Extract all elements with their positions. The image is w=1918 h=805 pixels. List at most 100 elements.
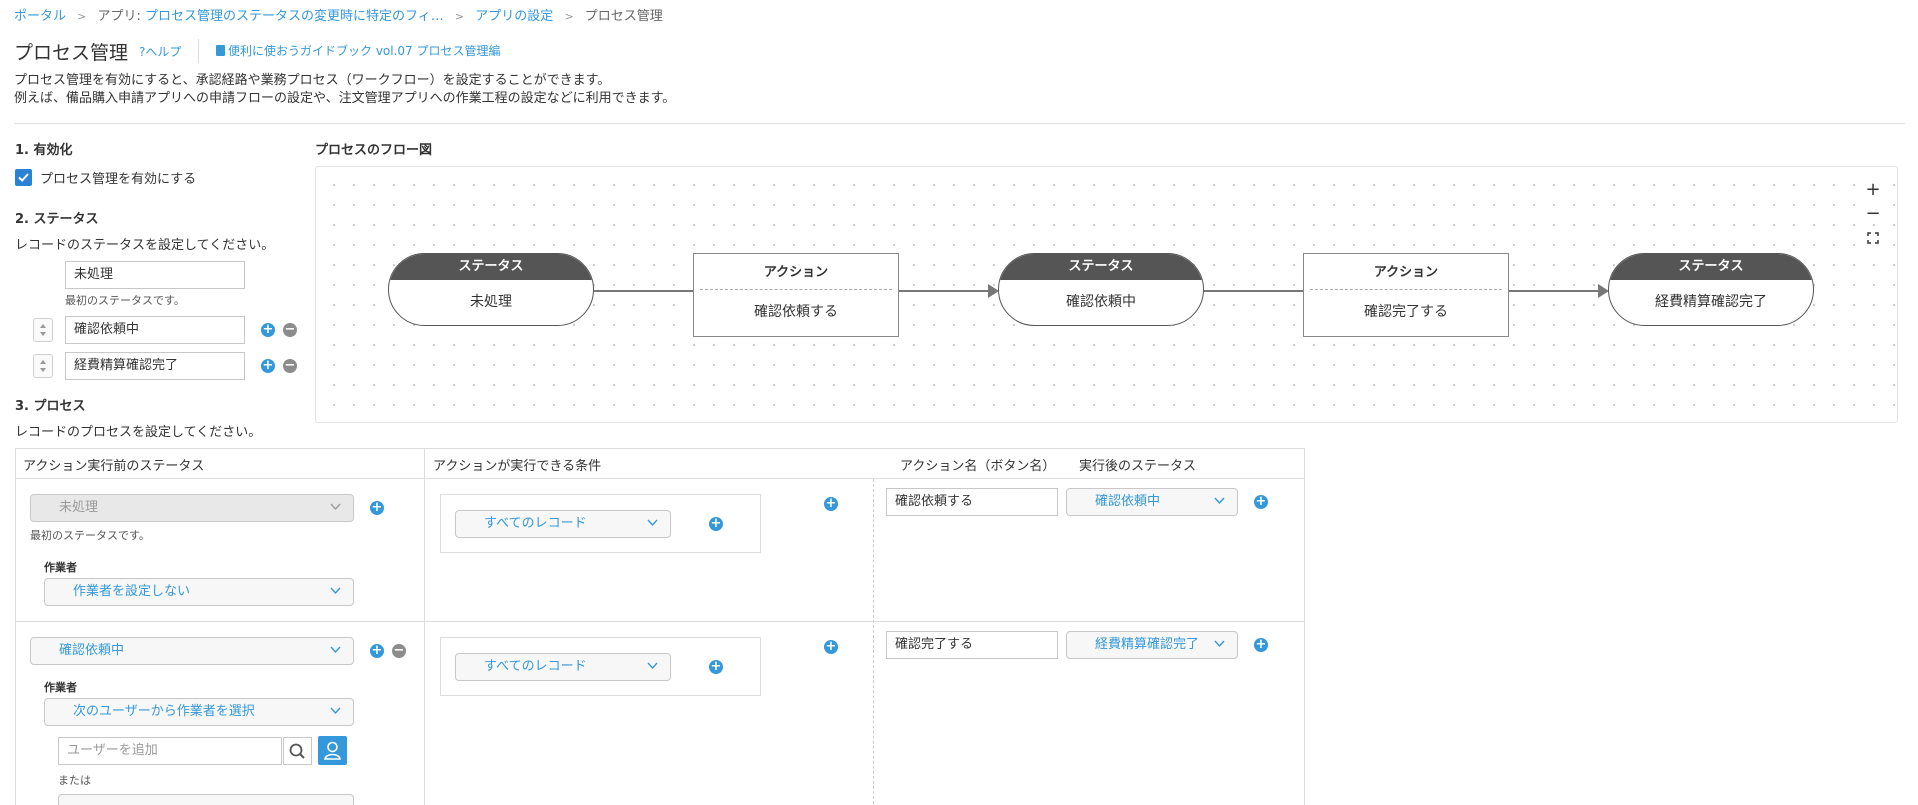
action-name-input[interactable]: 確認完了する: [886, 631, 1058, 659]
flow-status-name: 未処理: [470, 294, 512, 310]
before-status-value: 確認依頼中: [59, 643, 125, 658]
flow-status-header: ステータス: [1609, 254, 1813, 280]
add-process-button[interactable]: +: [370, 501, 384, 515]
breadcrumb-settings-link[interactable]: アプリの設定: [475, 9, 553, 24]
chevron-down-icon: [1214, 640, 1225, 648]
first-status-note: 最初のステータスです。: [30, 529, 150, 542]
fit-screen-icon[interactable]: [1863, 228, 1883, 248]
guide-link-label: 便利に使おうガイドブック vol.07 プロセス管理編: [228, 44, 501, 58]
breadcrumb-current: プロセス管理: [584, 9, 663, 24]
next-status-value: 確認依頼中: [1095, 494, 1161, 509]
book-icon: [216, 45, 225, 56]
chevron-down-icon: [647, 662, 658, 670]
flow-diagram-title: プロセスのフロー図: [315, 143, 433, 158]
flow-connector: [1204, 290, 1304, 292]
breadcrumb-app-link[interactable]: プロセス管理のステータスの変更時に特定のフィ…: [145, 9, 444, 24]
add-action-button[interactable]: +: [824, 497, 838, 511]
status-field[interactable]: 経費精算確認完了: [65, 352, 245, 380]
chevron-down-icon: [330, 587, 341, 595]
flow-action-name: 確認依頼する: [754, 304, 838, 320]
description-line: 例えば、備品購入申請アプリへの申請フローの設定や、注文管理アプリへの作業工程の設…: [14, 91, 676, 106]
flow-connector: [1509, 290, 1599, 292]
assignee-select[interactable]: 次のユーザーから作業者を選択: [44, 698, 354, 726]
status-field[interactable]: 未処理: [65, 261, 245, 289]
condition-box: すべてのレコード +: [440, 494, 761, 553]
search-icon: [289, 743, 305, 759]
process-section-title: 3. プロセス: [15, 399, 86, 414]
assignee-label: 作業者: [44, 681, 77, 694]
first-status-note: 最初のステータスです。: [65, 294, 185, 307]
status-field[interactable]: 確認依頼中: [65, 316, 245, 344]
or-label: または: [58, 774, 91, 787]
divider: [14, 123, 1905, 124]
chevron-down-icon: [1214, 497, 1225, 505]
chevron-down-icon: [647, 519, 658, 527]
breadcrumb-separator: >: [454, 10, 465, 23]
flow-status-name: 確認依頼中: [1066, 294, 1136, 310]
column-header-condition: アクションが実行できる条件: [433, 459, 602, 474]
before-status-select[interactable]: 確認依頼中: [30, 637, 354, 665]
condition-select[interactable]: すべてのレコード: [455, 653, 671, 681]
drag-handle-icon[interactable]: [33, 354, 53, 378]
user-search-input[interactable]: ユーザーを追加: [58, 737, 282, 765]
page-description: プロセス管理を有効にすると、承認経路や業務プロセス（ワークフロー）を設定すること…: [14, 72, 675, 108]
flow-status-node[interactable]: ステータス 経費精算確認完了: [1608, 253, 1814, 326]
add-status-button[interactable]: +: [261, 359, 275, 373]
assignee-label: 作業者: [44, 561, 77, 574]
chevron-down-icon: [330, 503, 341, 511]
zoom-in-button[interactable]: +: [1863, 180, 1883, 200]
flow-action-name: 確認完了する: [1364, 304, 1448, 320]
drag-handle-icon[interactable]: [33, 318, 53, 342]
remove-status-button[interactable]: −: [283, 359, 297, 373]
next-status-select[interactable]: 確認依頼中: [1066, 488, 1238, 516]
guide-link[interactable]: 便利に使おうガイドブック vol.07 プロセス管理編: [216, 42, 501, 59]
add-next-status-button[interactable]: +: [1254, 495, 1268, 509]
flow-action-node[interactable]: アクション 確認依頼する: [693, 253, 899, 337]
add-process-button[interactable]: +: [370, 644, 384, 658]
breadcrumb: ポータル > アプリ: プロセス管理のステータスの変更時に特定のフィ… > アプ…: [14, 5, 663, 24]
flow-status-header: ステータス: [999, 254, 1203, 280]
next-status-value: 経費精算確認完了: [1095, 637, 1200, 652]
add-condition-button[interactable]: +: [709, 517, 723, 531]
flow-diagram-canvas[interactable]: + − ステータス 未処理 アクション 確認依頼する ステータス 確認依頼中 ア…: [315, 166, 1898, 423]
remove-status-button[interactable]: −: [283, 323, 297, 337]
flow-action-header: アクション: [700, 254, 892, 290]
condition-select[interactable]: すべてのレコード: [455, 510, 671, 538]
enable-section-title: 1. 有効化: [15, 143, 73, 158]
process-section-subtitle: レコードのプロセスを設定してください。: [15, 425, 262, 440]
header-divider: [198, 39, 199, 63]
breadcrumb-app-prefix: アプリ:: [97, 9, 146, 24]
flow-action-node[interactable]: アクション 確認完了する: [1303, 253, 1509, 337]
assignee-value: 次のユーザーから作業者を選択: [73, 704, 255, 719]
breadcrumb-separator: >: [77, 10, 87, 23]
before-status-select: 未処理: [30, 494, 354, 522]
condition-value: すべてのレコード: [484, 516, 587, 531]
action-name-input[interactable]: 確認依頼する: [886, 488, 1058, 516]
zoom-out-button[interactable]: −: [1863, 204, 1883, 224]
add-next-status-button[interactable]: +: [1254, 638, 1268, 652]
user-select-button[interactable]: [318, 736, 347, 765]
flow-connector: [899, 290, 989, 292]
help-link[interactable]: ?ヘルプ: [139, 43, 181, 60]
add-action-button[interactable]: +: [824, 640, 838, 654]
page-title: プロセス管理: [14, 42, 129, 64]
flow-action-header: アクション: [1310, 254, 1502, 290]
flow-status-header: ステータス: [389, 254, 593, 280]
flow-status-node[interactable]: ステータス 確認依頼中: [998, 253, 1204, 326]
remove-process-button[interactable]: −: [392, 644, 406, 658]
add-status-button[interactable]: +: [261, 323, 275, 337]
field-select[interactable]: [58, 794, 354, 805]
before-status-value: 未処理: [59, 500, 99, 515]
chevron-down-icon: [330, 707, 341, 715]
assignee-select[interactable]: 作業者を設定しない: [44, 578, 354, 606]
process-table: アクション実行前のステータス アクションが実行できる条件 アクション名（ボタン名…: [15, 448, 1305, 805]
breadcrumb-portal-link[interactable]: ポータル: [14, 9, 66, 24]
enable-checkbox[interactable]: [15, 169, 32, 186]
enable-checkbox-label[interactable]: プロセス管理を有効にする: [40, 168, 196, 187]
next-status-select[interactable]: 経費精算確認完了: [1066, 631, 1238, 659]
add-condition-button[interactable]: +: [709, 660, 723, 674]
flow-status-node[interactable]: ステータス 未処理: [388, 253, 594, 326]
search-button[interactable]: [283, 737, 312, 765]
chevron-down-icon: [330, 646, 341, 654]
condition-box: すべてのレコード +: [440, 637, 761, 696]
